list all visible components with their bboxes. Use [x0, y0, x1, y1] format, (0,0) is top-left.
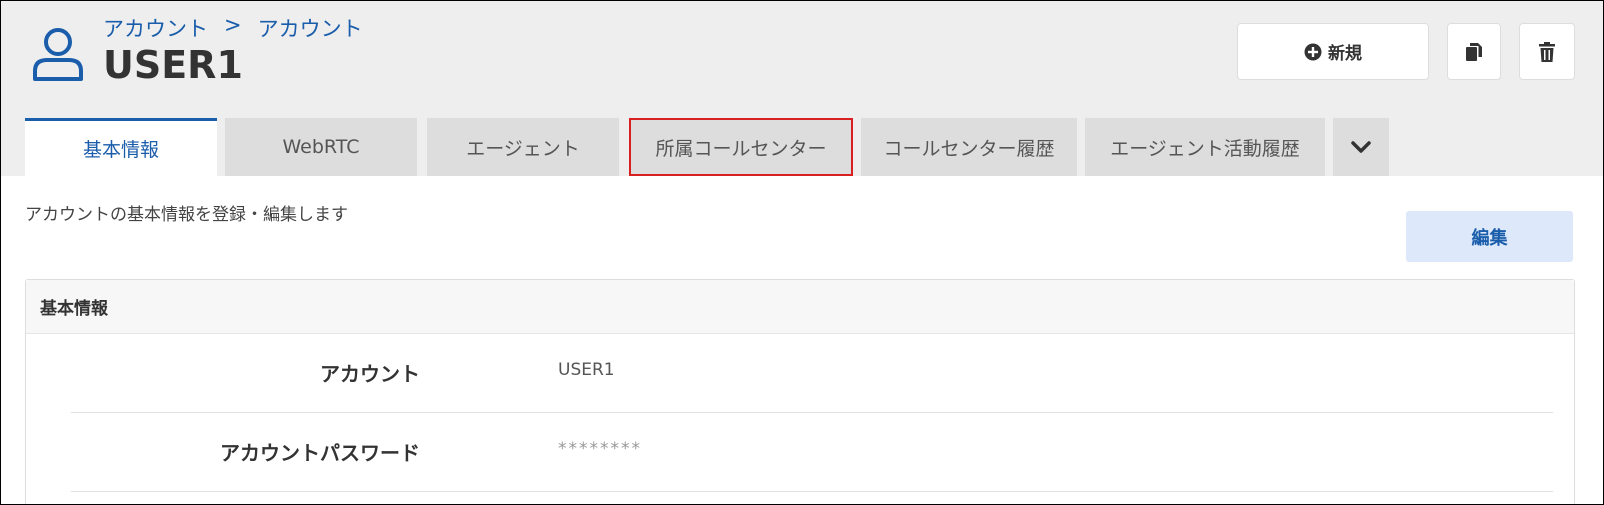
breadcrumb-separator: > — [224, 13, 242, 37]
page-title: USER1 — [103, 43, 243, 87]
plus-circle-icon — [1304, 43, 1322, 60]
copy-button[interactable] — [1447, 23, 1501, 80]
account-value: USER1 — [558, 360, 615, 380]
breadcrumb: アカウント > アカウント — [103, 13, 363, 43]
breadcrumb-current-link[interactable]: アカウント — [258, 13, 363, 43]
new-button[interactable]: 新規 — [1237, 23, 1429, 80]
page-description: アカウントの基本情報を登録・編集します — [25, 205, 348, 225]
breadcrumb-parent-link[interactable]: アカウント — [103, 13, 208, 43]
copy-icon — [1466, 42, 1482, 61]
password-label: アカウントパスワード — [220, 441, 420, 465]
tab-agent-activity-history[interactable]: エージェント活動履歴 — [1085, 118, 1325, 176]
tab-call-center-history[interactable]: コールセンター履歴 — [861, 118, 1077, 176]
tab-basic-info[interactable]: 基本情報 — [25, 118, 217, 176]
basic-info-panel: 基本情報 アカウント USER1 アカウントパスワード ******** — [25, 279, 1575, 504]
password-value: ******** — [558, 439, 642, 459]
trash-icon — [1539, 41, 1555, 62]
chevron-down-icon — [1351, 141, 1371, 153]
info-row-account: アカウント USER1 — [71, 334, 1553, 413]
app-window: アカウント > アカウント USER1 新規 基本情報 WebRTC エージェン… — [0, 0, 1604, 505]
user-icon — [33, 28, 83, 81]
info-row-password: アカウントパスワード ******** — [71, 413, 1553, 492]
delete-button[interactable] — [1519, 23, 1575, 80]
tab-call-center[interactable]: 所属コールセンター — [629, 118, 853, 176]
panel-title: 基本情報 — [26, 280, 1574, 334]
account-label: アカウント — [320, 362, 420, 386]
new-button-label: 新規 — [1328, 44, 1362, 64]
tab-content: アカウントの基本情報を登録・編集します 編集 基本情報 アカウント USER1 … — [1, 176, 1603, 504]
page-header: アカウント > アカウント USER1 新規 基本情報 WebRTC エージェン… — [1, 1, 1603, 176]
edit-button[interactable]: 編集 — [1406, 211, 1573, 262]
tab-webrtc[interactable]: WebRTC — [225, 118, 417, 176]
tab-agent[interactable]: エージェント — [427, 118, 619, 176]
more-tabs-button[interactable] — [1333, 118, 1389, 176]
